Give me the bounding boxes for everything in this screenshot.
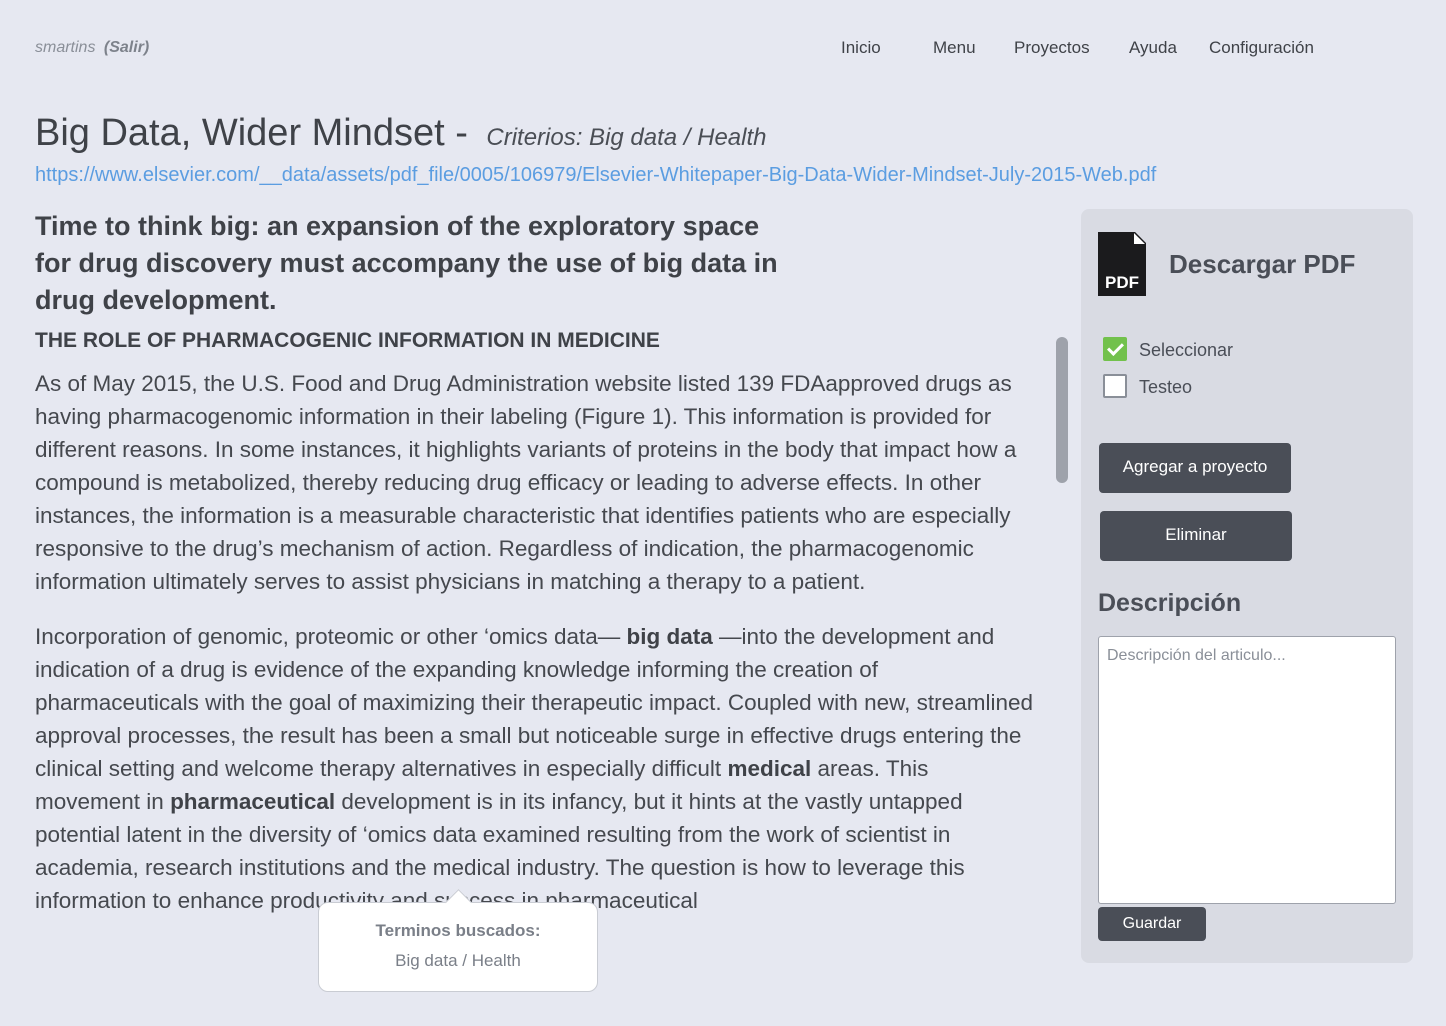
delete-button[interactable]: Eliminar — [1100, 511, 1292, 561]
description-textarea[interactable] — [1098, 636, 1396, 904]
document-title: Big Data, Wider Mindset - — [35, 112, 468, 154]
add-to-project-button[interactable]: Agregar a proyecto — [1099, 443, 1291, 493]
tooltip-value: Big data / Health — [395, 951, 521, 970]
download-pdf-link[interactable]: Descargar PDF — [1169, 249, 1355, 280]
highlighted-term: medical — [727, 756, 812, 781]
select-checkbox-row[interactable]: Seleccionar — [1103, 337, 1234, 363]
user-info: smartins (Salir) — [35, 39, 149, 57]
pdf-icon-label: PDF — [1105, 273, 1139, 292]
section-heading: THE ROLE OF PHARMACOGENIC INFORMATION IN… — [35, 329, 660, 352]
select-checkbox[interactable] — [1103, 337, 1127, 361]
save-button[interactable]: Guardar — [1098, 907, 1206, 941]
search-criteria: Criterios: Big data / Health — [486, 124, 767, 151]
nav-inicio[interactable]: Inicio — [841, 38, 881, 58]
test-checkbox[interactable] — [1103, 374, 1127, 398]
document-content: Time to think big: an expansion of the e… — [35, 208, 1035, 917]
nav-ayuda[interactable]: Ayuda — [1129, 38, 1177, 58]
document-title-row: Big Data, Wider Mindset - Criterios: Big… — [35, 112, 767, 155]
paragraph-1: As of May 2015, the U.S. Food and Drug A… — [35, 371, 1017, 594]
test-checkbox-row[interactable]: Testeo — [1103, 374, 1193, 400]
pdf-file-icon[interactable]: PDF — [1098, 232, 1146, 296]
nav-menu[interactable]: Menu — [933, 38, 976, 58]
nav-configuracion[interactable]: Configuración — [1209, 38, 1314, 58]
document-headline: Time to think big: an expansion of the e… — [35, 211, 778, 315]
search-terms-tooltip: Terminos buscados: Big data / Health — [318, 902, 598, 992]
sidebar-panel: PDF Descargar PDF Seleccionar Testeo Agr… — [1081, 209, 1413, 963]
top-bar: smartins (Salir) Inicio Menu Proyectos A… — [0, 0, 1446, 96]
paragraph-2-text: Incorporation of genomic, proteomic or o… — [35, 624, 627, 649]
tooltip-title: Terminos buscados: — [375, 921, 541, 940]
highlighted-term: pharmaceutical — [170, 789, 336, 814]
nav-proyectos[interactable]: Proyectos — [1014, 38, 1090, 58]
content-scrollbar[interactable] — [1056, 337, 1068, 483]
select-checkbox-label: Seleccionar — [1139, 339, 1234, 360]
logout-link[interactable]: (Salir) — [104, 39, 149, 56]
paragraph-2: Incorporation of genomic, proteomic or o… — [35, 620, 1035, 917]
highlighted-term: big data — [626, 624, 713, 649]
username: smartins — [35, 39, 96, 56]
test-checkbox-label: Testeo — [1139, 376, 1193, 397]
document-url-link[interactable]: https://www.elsevier.com/__data/assets/p… — [35, 164, 1156, 187]
description-title: Descripción — [1098, 589, 1242, 617]
